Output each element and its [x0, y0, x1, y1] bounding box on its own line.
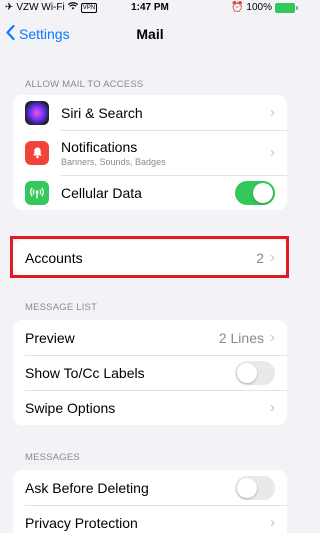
privacy-protection-text: Privacy Protection	[25, 515, 270, 531]
notifications-row[interactable]: Notifications Banners, Sounds, Badges ›	[13, 130, 287, 175]
ask-before-deleting-label: Ask Before Deleting	[25, 479, 149, 496]
siri-search-label: Siri & Search	[61, 104, 143, 121]
preview-row[interactable]: Preview 2 Lines ›	[13, 320, 287, 355]
cellular-data-toggle[interactable]	[235, 180, 275, 205]
ask-before-deleting-toggle[interactable]	[235, 475, 275, 500]
chevron-right-icon: ›	[270, 329, 275, 346]
chevron-right-icon: ›	[270, 144, 275, 161]
toggle-knob	[253, 182, 273, 203]
chevron-right-icon: ›	[270, 514, 275, 531]
allow-access-group: Siri & Search › Notifications Banners, S…	[13, 95, 287, 210]
navigation-bar: Settings Mail	[0, 18, 300, 50]
swipe-options-row[interactable]: Swipe Options ›	[13, 390, 287, 425]
show-tocc-row: Show To/Cc Labels	[13, 355, 287, 390]
preview-value: 2 Lines	[218, 329, 264, 346]
ask-before-deleting-row: Ask Before Deleting	[13, 470, 287, 505]
status-bar: ✈ VZW Wi-Fi VPN 1:47 PM ⏰ 100%	[0, 0, 300, 16]
section-header-allow-access: ALLOW MAIL TO ACCESS	[25, 79, 144, 90]
show-tocc-label: Show To/Cc Labels	[25, 364, 145, 381]
messages-group: Ask Before Deleting Privacy Protection ›	[13, 470, 287, 533]
status-right: ⏰ 100%	[230, 2, 298, 13]
privacy-protection-row[interactable]: Privacy Protection ›	[13, 505, 287, 533]
swipe-options-text: Swipe Options	[25, 400, 270, 416]
battery-percent: 100%	[246, 2, 272, 13]
cellular-text: Cellular Data	[61, 185, 235, 201]
cellular-data-label: Cellular Data	[61, 184, 142, 201]
chevron-right-icon: ›	[270, 399, 275, 416]
preview-label: Preview	[25, 329, 75, 346]
ask-before-deleting-text: Ask Before Deleting	[25, 480, 235, 496]
cellular-icon	[25, 180, 49, 205]
message-list-group: Preview 2 Lines › Show To/Cc Labels Swip…	[13, 320, 287, 425]
show-tocc-toggle[interactable]	[235, 360, 275, 385]
siri-text: Siri & Search	[61, 105, 270, 121]
notifications-label: Notifications	[61, 138, 138, 155]
alarm-icon: ⏰	[230, 2, 244, 13]
toggle-knob	[237, 477, 257, 498]
show-tocc-text: Show To/Cc Labels	[25, 365, 235, 381]
preview-text: Preview	[25, 330, 219, 346]
chevron-right-icon: ›	[270, 104, 275, 121]
toggle-knob	[237, 362, 257, 383]
notifications-icon	[25, 140, 49, 165]
privacy-protection-label: Privacy Protection	[25, 514, 138, 531]
battery-icon	[275, 2, 298, 13]
notifications-subtitle: Banners, Sounds, Badges	[61, 156, 166, 167]
swipe-options-label: Swipe Options	[25, 399, 116, 416]
section-header-messages: MESSAGES	[25, 452, 80, 463]
notifications-text: Notifications Banners, Sounds, Badges	[61, 139, 270, 167]
page-title: Mail	[136, 26, 164, 42]
siri-icon	[25, 100, 49, 125]
cellular-data-row: Cellular Data	[13, 175, 287, 210]
highlight-box	[10, 236, 289, 278]
section-header-message-list: MESSAGE LIST	[25, 302, 98, 313]
siri-search-row[interactable]: Siri & Search ›	[13, 95, 287, 130]
